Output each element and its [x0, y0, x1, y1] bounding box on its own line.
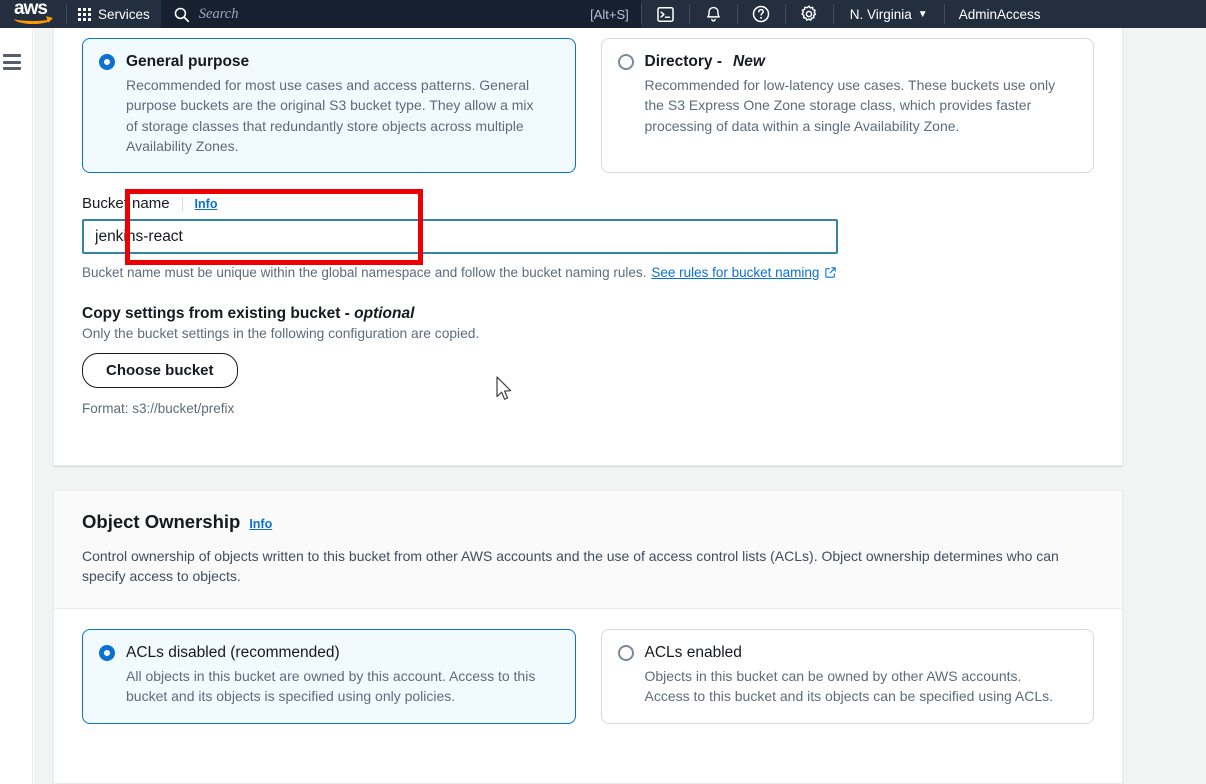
bucket-naming-rules-link[interactable]: See rules for bucket naming: [651, 265, 837, 280]
chevron-down-icon: ▼: [917, 8, 928, 20]
region-selector[interactable]: N. Virginia ▼: [834, 0, 944, 28]
aws-logo-smile: [14, 13, 52, 24]
bucket-name-hint: Bucket name must be unique within the gl…: [82, 265, 1094, 280]
external-link-icon: [825, 267, 837, 278]
grid-icon: [78, 7, 91, 21]
bucket-naming-rules-link-text: See rules for bucket naming: [651, 265, 820, 281]
object-ownership-body: ACLs disabled (recommended) All objects …: [54, 609, 1122, 750]
option-title-row: Directory - New: [617, 53, 1078, 71]
aws-logo[interactable]: aws: [0, 0, 66, 28]
general-panel-body: General purpose Recommended for most use…: [54, 28, 1122, 442]
search-shortcut-hint: [Alt+S]: [590, 6, 629, 22]
cloudshell-icon: [656, 6, 674, 22]
bucket-name-label-row: Bucket name Info: [82, 195, 1094, 212]
object-ownership-header: Object Ownership Info Control ownership …: [54, 491, 1122, 610]
gear-icon: [801, 5, 817, 21]
settings-button[interactable]: [786, 0, 833, 28]
acl-option-disabled[interactable]: ACLs disabled (recommended) All objects …: [82, 629, 576, 724]
radio-icon-selected[interactable]: [99, 54, 115, 70]
search-icon: [174, 7, 189, 22]
bucket-type-option-general-purpose[interactable]: General purpose Recommended for most use…: [82, 38, 576, 174]
copy-settings-group: Copy settings from existing bucket - opt…: [82, 305, 1094, 416]
search-placeholder: Search: [198, 5, 239, 22]
object-ownership-info-link[interactable]: Info: [249, 517, 272, 531]
bucket-type-option-directory[interactable]: Directory - New Recommended for low-late…: [600, 38, 1094, 174]
option-title-row: ACLs disabled (recommended): [99, 644, 559, 662]
option-description: All objects in this bucket are owned by …: [126, 668, 536, 705]
region-label: N. Virginia: [849, 6, 912, 22]
bucket-name-field-group: Bucket name Info Bucket name must be uni…: [82, 189, 1094, 280]
notifications-button[interactable]: [690, 0, 737, 28]
services-label: Services: [98, 6, 150, 22]
radio-icon-selected[interactable]: [99, 645, 115, 662]
option-label: General purpose: [126, 53, 250, 70]
left-navigation-rail: [0, 28, 33, 784]
choose-bucket-button[interactable]: Choose bucket: [82, 353, 238, 389]
help-button[interactable]: [738, 0, 785, 28]
account-menu-button[interactable]: AdminAccess: [945, 0, 1055, 28]
option-description: Objects in this bucket can be owned by o…: [644, 668, 1054, 705]
bucket-name-label: Bucket name: [82, 195, 170, 213]
copy-settings-heading: Copy settings from existing bucket -: [82, 305, 355, 323]
option-title-row: General purpose: [99, 53, 559, 71]
page-container: General purpose Recommended for most use…: [0, 28, 1206, 784]
label-divider: [181, 196, 183, 211]
cloudshell-button[interactable]: [642, 0, 689, 28]
bucket-name-input[interactable]: [82, 219, 838, 255]
option-description: Recommended for low-latency use cases. T…: [644, 77, 1056, 134]
radio-icon-unselected[interactable]: [617, 645, 634, 662]
top-navigation-bar: aws Services Search [Alt+S] N. Virginia …: [0, 0, 1206, 28]
general-configuration-panel: General purpose Recommended for most use…: [53, 28, 1123, 466]
radio-icon-unselected[interactable]: [617, 54, 634, 70]
account-label: AdminAccess: [958, 6, 1041, 22]
option-label: ACLs enabled: [644, 644, 742, 662]
services-menu-button[interactable]: Services: [67, 0, 161, 28]
option-label: Directory -: [644, 53, 723, 70]
bucket-type-option-group: General purpose Recommended for most use…: [82, 38, 1094, 174]
bucket-name-info-link[interactable]: Info: [195, 197, 218, 211]
search-input[interactable]: Search [Alt+S]: [160, 0, 641, 28]
object-ownership-title-row: Object Ownership Info: [82, 511, 1094, 533]
option-description: Recommended for most use cases and acces…: [126, 77, 534, 154]
copy-settings-format-hint: Format: s3://bucket/prefix: [82, 401, 235, 417]
copy-settings-optional-tag: optional: [354, 305, 415, 323]
option-label: ACLs disabled (recommended): [126, 644, 340, 662]
page-title: Object Ownership: [82, 511, 241, 532]
bucket-name-hint-text: Bucket name must be unique within the gl…: [82, 265, 647, 281]
question-circle-icon: [753, 5, 770, 23]
acl-option-group: ACLs disabled (recommended) All objects …: [82, 629, 1094, 724]
copy-settings-subtext: Only the bucket settings in the followin…: [82, 326, 480, 342]
acl-option-enabled[interactable]: ACLs enabled Objects in this bucket can …: [600, 629, 1094, 724]
object-ownership-description: Control ownership of objects written to …: [82, 548, 1059, 585]
copy-settings-heading-row: Copy settings from existing bucket - opt…: [82, 305, 1094, 323]
option-new-badge: New: [733, 53, 765, 70]
bell-icon: [706, 6, 720, 22]
object-ownership-panel: Object Ownership Info Control ownership …: [53, 490, 1123, 784]
option-title-row: ACLs enabled: [617, 644, 1078, 662]
hamburger-icon[interactable]: [3, 54, 21, 70]
